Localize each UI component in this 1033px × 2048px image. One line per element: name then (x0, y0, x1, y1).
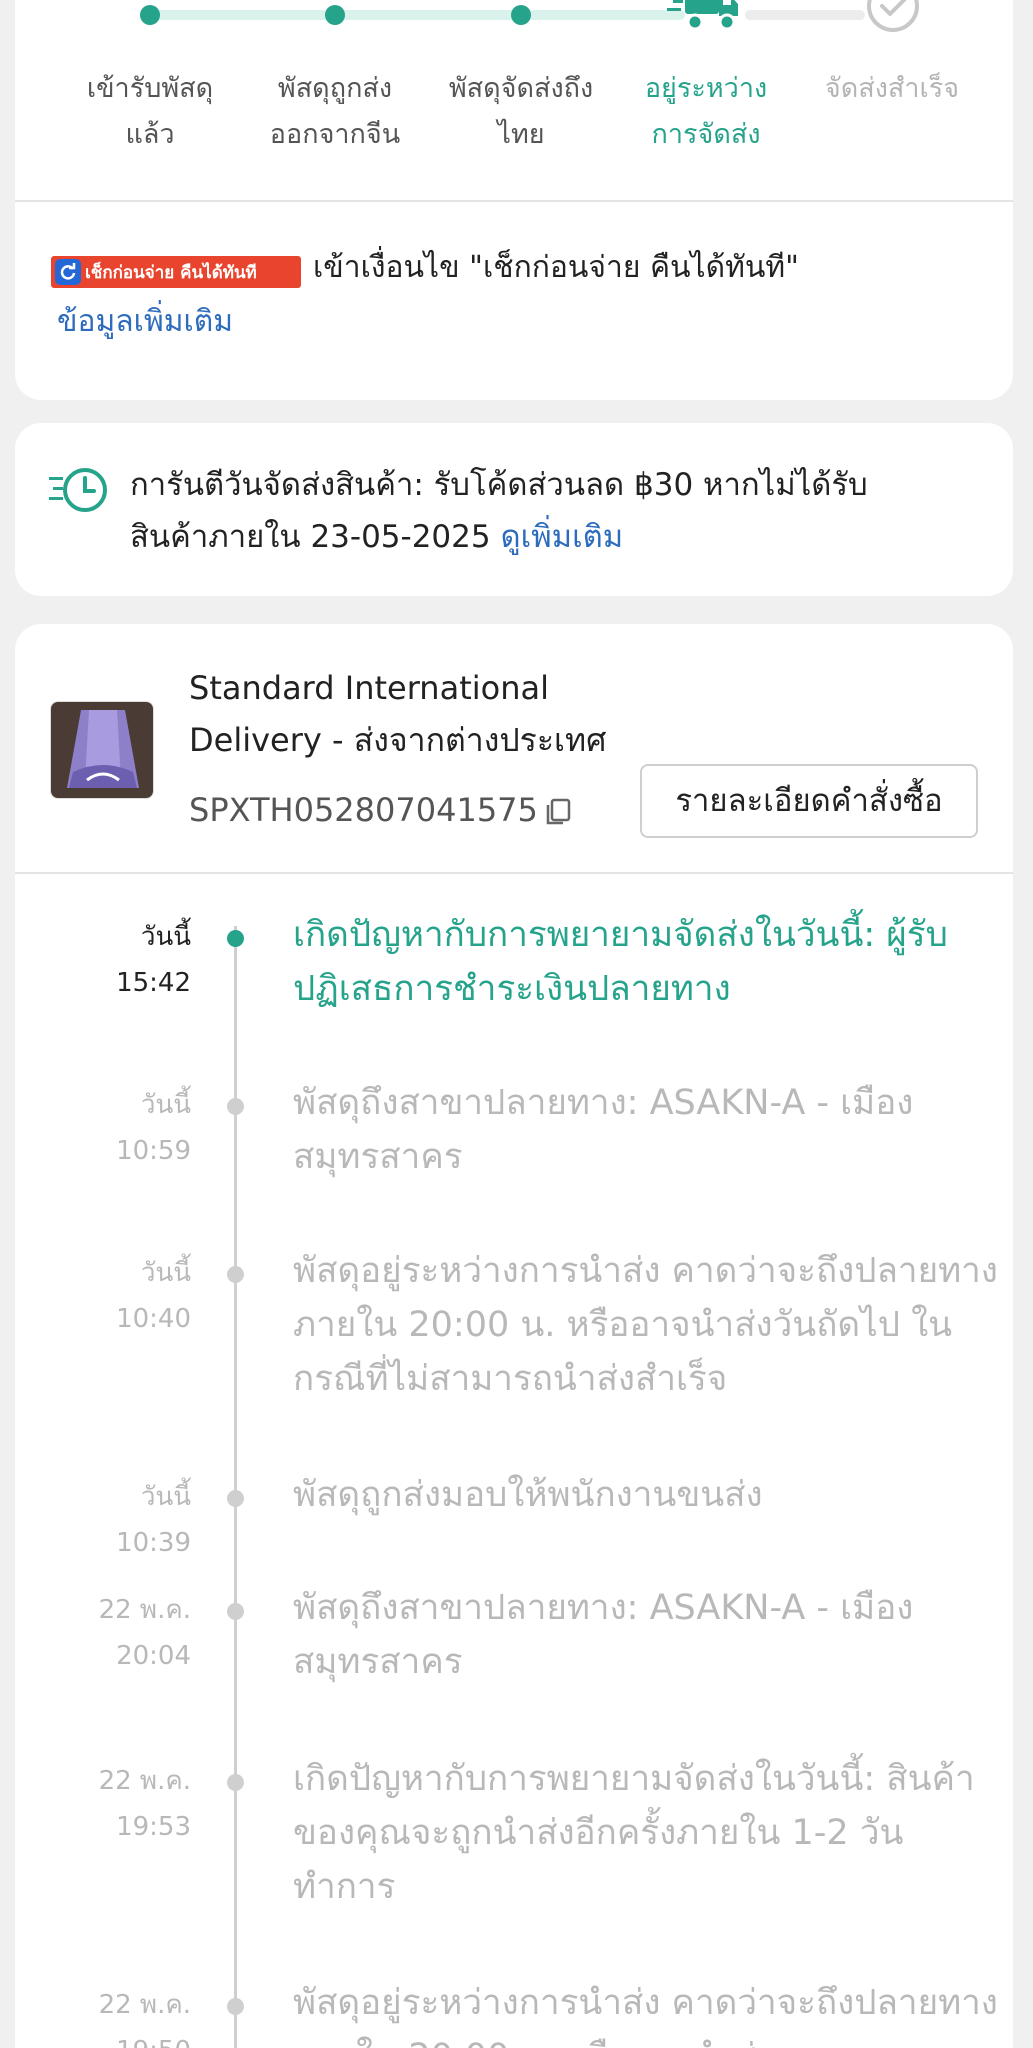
event-description: พัสดุอยู่ระหว่างการนำส่ง คาดว่าจะถึงปลาย… (293, 1983, 998, 2048)
timeline-dot (227, 1490, 244, 1507)
badge-text: เช็กก่อนจ่าย คืนได้ทันที (85, 262, 257, 283)
timeline-dot (227, 1998, 244, 2015)
delivery-guarantee-card: การันตีวันจัดส่งสินค้า: รับโค้ดส่วนลด ฿3… (15, 423, 1013, 596)
product-thumbnail[interactable] (50, 701, 154, 799)
event-date: วันนี้ 10:39 (116, 1482, 191, 1558)
progress-track-done (150, 10, 335, 20)
timeline-dot (227, 930, 244, 947)
event-description: เกิดปัญหากับการพยายามจัดส่งในวันนี้: ผู้… (293, 915, 948, 1009)
order-tracking-card: Standard International Delivery - ส่งจาก… (15, 624, 1013, 2048)
order-details-button[interactable]: รายละเอียดคำสั่งซื้อ (640, 764, 978, 838)
event-description: พัสดุถึงสาขาปลายทาง: ASAKN-A - เมืองสมุท… (293, 1588, 914, 1682)
progress-track-done (520, 10, 685, 20)
timeline-dot (227, 1098, 244, 1115)
event-date: วันนี้ 10:59 (116, 1090, 191, 1166)
step-label-picked-up: เข้ารับพัสดุ แล้ว (86, 73, 214, 150)
timeline-dot (227, 1774, 244, 1791)
event-description: พัสดุถูกส่งมอบให้พนักงานขนส่ง (293, 1475, 763, 1515)
step-label-delivered: จัดส่งสำเร็จ (824, 73, 960, 104)
step-dot-done (140, 5, 160, 25)
event-description: พัสดุถึงสาขาปลายทาง: ASAKN-A - เมืองสมุท… (293, 1083, 914, 1177)
event-date: 22 พ.ค. 19:53 (98, 1766, 191, 1842)
divider (15, 872, 1013, 874)
condition-text: เข้าเงื่อนไข "เช็กก่อนจ่าย คืนได้ทันที" (313, 250, 799, 285)
timeline-line (234, 926, 237, 2048)
event-description: เกิดปัญหากับการพยายามจัดส่งในวันนี้: สิน… (293, 1759, 975, 1907)
more-info-link[interactable]: ข้อมูลเพิ่มเติม (57, 300, 233, 344)
delivery-progress-card: เข้ารับพัสดุ แล้ว พัสดุถูกส่ง ออกจากจีน พั… (15, 0, 1013, 400)
shipping-service-name: Standard International Delivery - ส่งจาก… (189, 669, 607, 759)
step-dot-done (325, 5, 345, 25)
progress-track-pending (745, 10, 865, 20)
copy-icon[interactable] (543, 797, 573, 827)
event-date: วันนี้ 10:40 (116, 1258, 191, 1334)
event-date: 22 พ.ค. 20:04 (98, 1595, 191, 1671)
guarantee-text: การันตีวันจัดส่งสินค้า: รับโค้ดส่วนลด ฿3… (130, 467, 868, 555)
see-more-link[interactable]: ดูเพิ่มเติม (500, 519, 623, 555)
progress-track-done (335, 10, 520, 20)
clock-speed-icon (49, 468, 107, 512)
refresh-icon (55, 259, 81, 285)
tracking-number: SPXTH052807041575 (189, 791, 538, 829)
check-before-pay-badge: เช็กก่อนจ่าย คืนได้ทันที (51, 256, 301, 288)
delivery-truck-icon (667, 0, 738, 31)
divider (15, 200, 1013, 202)
timeline-dot (227, 1603, 244, 1620)
delivered-check-icon (867, 0, 919, 32)
event-date: 22 พ.ค.19:50 (98, 1990, 191, 2048)
timeline-dot (227, 1266, 244, 1283)
step-label-left-china: พัสดุถูกส่ง ออกจากจีน (269, 73, 401, 150)
step-dot-done (511, 5, 531, 25)
event-date: วันนี้ 15:42 (116, 922, 191, 998)
event-description: พัสดุอยู่ระหว่างการนำส่ง คาดว่าจะถึงปลาย… (293, 1251, 998, 1399)
step-label-arrived-thailand: พัสดุจัดส่งถึง ไทย (448, 73, 594, 150)
step-label-in-transit: อยู่ระหว่าง การจัดส่ง (644, 73, 768, 150)
